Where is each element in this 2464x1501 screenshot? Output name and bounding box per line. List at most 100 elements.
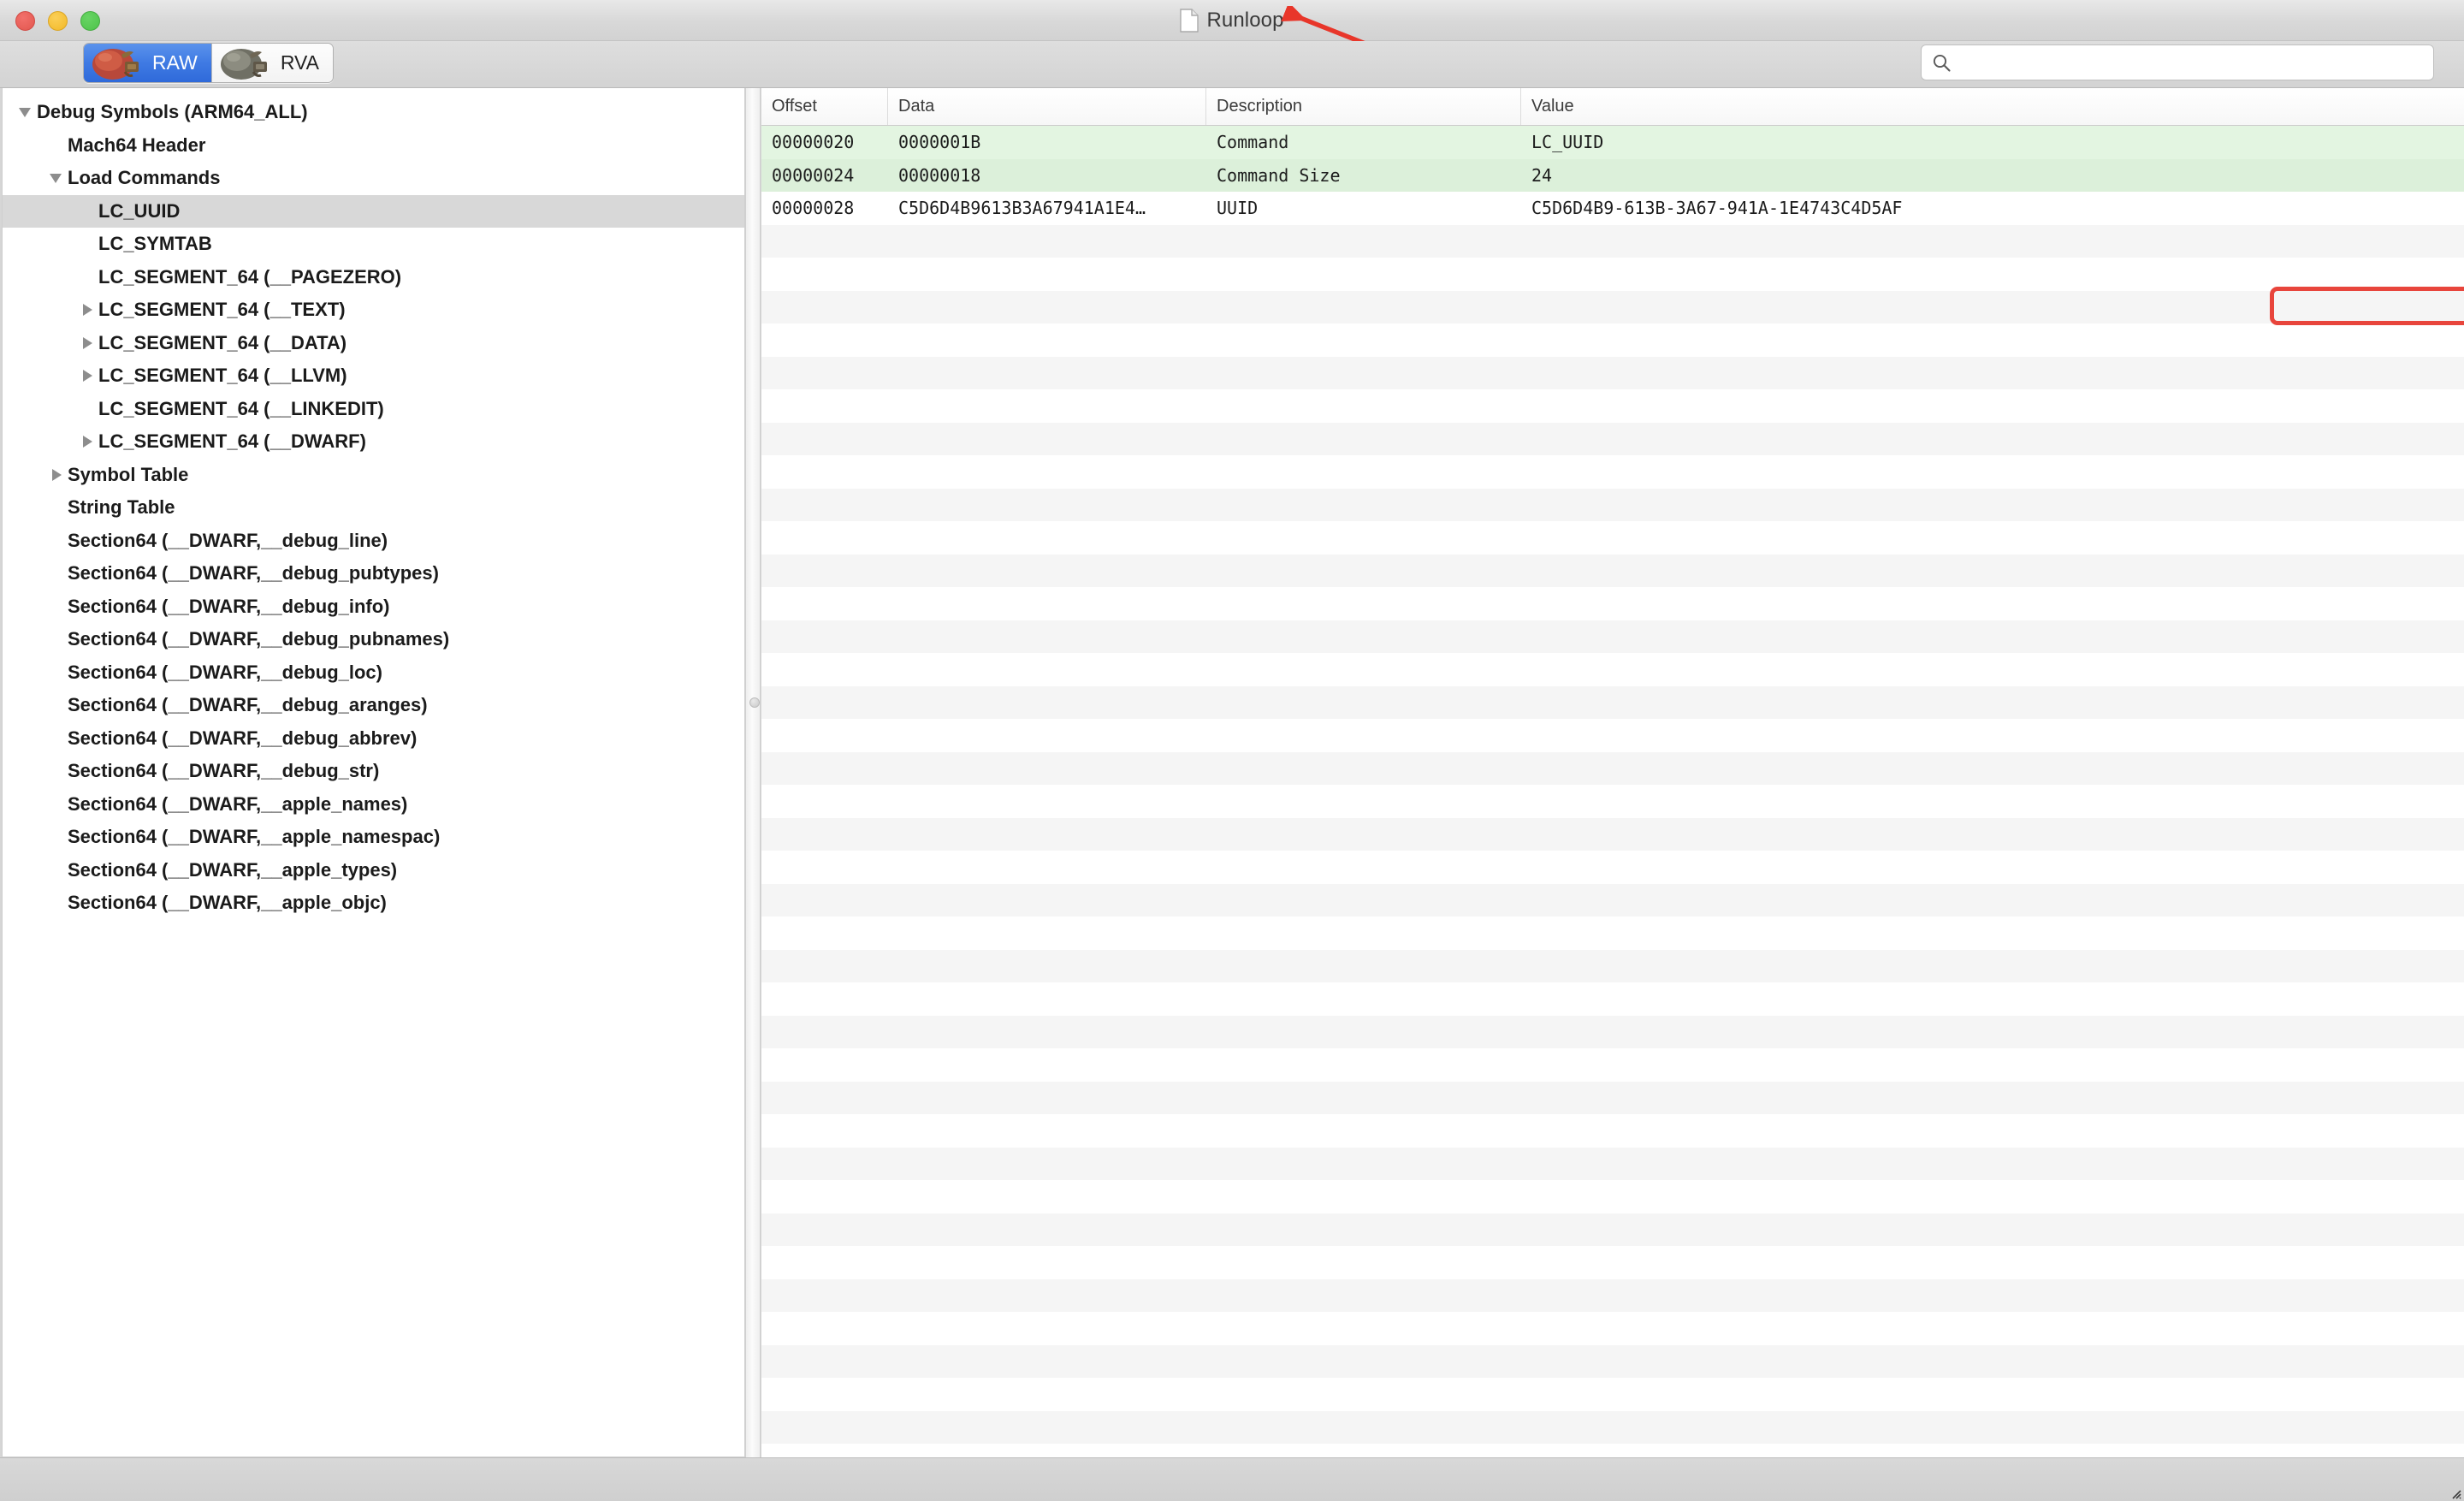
table-empty-row[interactable] — [761, 620, 2464, 654]
table-empty-row[interactable] — [761, 1246, 2464, 1279]
tree-item[interactable]: Section64 (__DWARF,__debug_aranges) — [3, 689, 744, 722]
tree-item[interactable]: LC_SEGMENT_64 (__LLVM) — [3, 359, 744, 393]
table-empty-row[interactable] — [761, 1312, 2464, 1345]
tree-item[interactable]: Section64 (__DWARF,__apple_types) — [3, 854, 744, 887]
table-empty-row[interactable] — [761, 1082, 2464, 1115]
table-empty-row[interactable] — [761, 1411, 2464, 1445]
table-empty-row[interactable] — [761, 389, 2464, 423]
table-empty-row[interactable] — [761, 1444, 2464, 1457]
column-header-offset[interactable]: Offset — [761, 88, 888, 125]
table-empty-row[interactable] — [761, 653, 2464, 686]
tree-item[interactable]: Section64 (__DWARF,__debug_pubtypes) — [3, 557, 744, 590]
table-empty-row[interactable] — [761, 521, 2464, 555]
tree-item[interactable]: LC_SEGMENT_64 (__PAGEZERO) — [3, 261, 744, 294]
table-empty-row[interactable] — [761, 785, 2464, 818]
table-empty-row[interactable] — [761, 258, 2464, 291]
table-row[interactable]: 00000028C5D6D4B9613B3A67941A1E4…UUIDC5D6… — [761, 192, 2464, 225]
cell-data: 0000001B — [888, 132, 1206, 152]
chevron-right-icon[interactable] — [49, 466, 66, 484]
tree-item[interactable]: String Table — [3, 491, 744, 525]
tree-item[interactable]: Section64 (__DWARF,__debug_str) — [3, 755, 744, 788]
cell-offset: 00000024 — [761, 165, 888, 186]
chevron-right-icon[interactable] — [80, 367, 97, 384]
cell-value: LC_UUID — [1521, 132, 2464, 152]
tree-item[interactable]: Section64 (__DWARF,__debug_loc) — [3, 656, 744, 690]
close-button[interactable] — [15, 11, 35, 31]
tree-item-label: LC_SEGMENT_64 (__LLVM) — [97, 365, 347, 387]
table-empty-row[interactable] — [761, 1016, 2464, 1049]
tree-item-label: String Table — [66, 496, 175, 519]
table-empty-row[interactable] — [761, 1345, 2464, 1379]
splitter-grip-handle[interactable] — [749, 697, 760, 708]
chevron-down-icon[interactable] — [18, 104, 35, 121]
table-empty-row[interactable] — [761, 851, 2464, 884]
tree-item[interactable]: LC_SEGMENT_64 (__LINKEDIT) — [3, 393, 744, 426]
tree-item[interactable]: Section64 (__DWARF,__apple_namespac) — [3, 821, 744, 854]
tree-item[interactable]: Section64 (__DWARF,__debug_line) — [3, 525, 744, 558]
tree-item[interactable]: LC_SYMTAB — [3, 228, 744, 261]
tree-item-label: Section64 (__DWARF,__apple_names) — [66, 793, 407, 816]
table-empty-row[interactable] — [761, 1114, 2464, 1148]
table-empty-row[interactable] — [761, 950, 2464, 983]
table-empty-row[interactable] — [761, 1378, 2464, 1411]
chevron-right-icon[interactable] — [80, 433, 97, 450]
resize-grip-icon[interactable] — [2448, 1486, 2461, 1499]
table-row[interactable]: 000000200000001BCommandLC_UUID — [761, 126, 2464, 159]
table-empty-row[interactable] — [761, 455, 2464, 489]
table-empty-row[interactable] — [761, 818, 2464, 851]
chevron-down-icon[interactable] — [49, 169, 66, 187]
twisty-placeholder — [49, 499, 66, 516]
tree-item[interactable]: Section64 (__DWARF,__apple_names) — [3, 788, 744, 822]
tree-item[interactable]: LC_SEGMENT_64 (__DATA) — [3, 327, 744, 360]
table-empty-row[interactable] — [761, 225, 2464, 258]
tree-item[interactable]: Section64 (__DWARF,__debug_pubnames) — [3, 623, 744, 656]
table-empty-row[interactable] — [761, 686, 2464, 720]
column-header-data[interactable]: Data — [888, 88, 1206, 125]
tab-raw[interactable]: RAW — [84, 44, 211, 82]
table-empty-row[interactable] — [761, 357, 2464, 390]
symbol-tree-sidebar[interactable]: Debug Symbols (ARM64_ALL)Mach64 HeaderLo… — [2, 88, 745, 1457]
cell-offset: 00000020 — [761, 132, 888, 152]
chevron-right-icon[interactable] — [80, 335, 97, 352]
tree-item[interactable]: Section64 (__DWARF,__debug_abbrev) — [3, 722, 744, 756]
tree-item[interactable]: Load Commands — [3, 162, 744, 195]
cell-data: 00000018 — [888, 165, 1206, 186]
chevron-right-icon[interactable] — [80, 301, 97, 318]
table-empty-row[interactable] — [761, 752, 2464, 786]
maximize-button[interactable] — [80, 11, 100, 31]
tree-item[interactable]: LC_SEGMENT_64 (__TEXT) — [3, 294, 744, 327]
table-empty-row[interactable] — [761, 587, 2464, 620]
view-mode-segmented-control[interactable]: RAW RVA — [83, 43, 334, 83]
table-empty-row[interactable] — [761, 489, 2464, 522]
table-empty-row[interactable] — [761, 323, 2464, 357]
table-empty-row[interactable] — [761, 423, 2464, 456]
tab-rva[interactable]: RVA — [211, 44, 333, 82]
tree-item[interactable]: Section64 (__DWARF,__apple_objc) — [3, 887, 744, 920]
column-header-value[interactable]: Value — [1521, 88, 2464, 125]
table-empty-row[interactable] — [761, 917, 2464, 950]
table-empty-row[interactable] — [761, 1048, 2464, 1082]
tree-item[interactable]: Section64 (__DWARF,__debug_info) — [3, 590, 744, 624]
minimize-button[interactable] — [48, 11, 68, 31]
table-empty-row[interactable] — [761, 1180, 2464, 1213]
column-header-description[interactable]: Description — [1206, 88, 1521, 125]
tree-item[interactable]: Symbol Table — [3, 459, 744, 492]
tree-item-label: Section64 (__DWARF,__debug_pubnames) — [66, 628, 449, 650]
table-empty-row[interactable] — [761, 555, 2464, 588]
pane-splitter[interactable] — [745, 88, 761, 1457]
tree-item[interactable]: LC_UUID — [3, 195, 744, 228]
search-field[interactable] — [1921, 44, 2434, 80]
search-icon — [1932, 53, 1952, 73]
table-empty-row[interactable] — [761, 291, 2464, 324]
tree-item[interactable]: Mach64 Header — [3, 129, 744, 163]
table-empty-row[interactable] — [761, 1279, 2464, 1313]
table-empty-row[interactable] — [761, 982, 2464, 1016]
table-empty-row[interactable] — [761, 1213, 2464, 1247]
tree-item[interactable]: Debug Symbols (ARM64_ALL) — [3, 96, 744, 129]
table-row[interactable]: 0000002400000018Command Size24 — [761, 159, 2464, 193]
table-empty-row[interactable] — [761, 1148, 2464, 1181]
table-empty-row[interactable] — [761, 719, 2464, 752]
search-input[interactable] — [1958, 52, 2424, 74]
tree-item[interactable]: LC_SEGMENT_64 (__DWARF) — [3, 425, 744, 459]
table-empty-row[interactable] — [761, 884, 2464, 917]
